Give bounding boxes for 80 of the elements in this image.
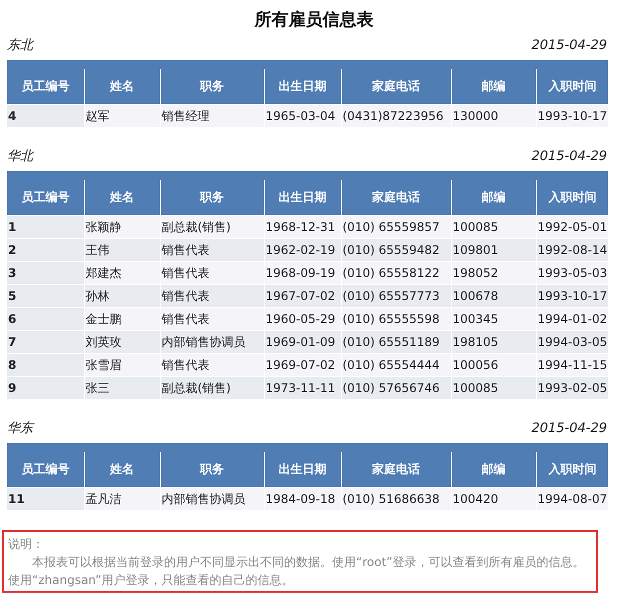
table-cell: 109801 xyxy=(451,238,536,262)
table-cell: 1994-11-15 xyxy=(536,354,608,376)
table-cell: 130000 xyxy=(451,104,536,127)
table-cell: 1968-12-31 xyxy=(264,216,341,238)
table-cell: 7 xyxy=(7,330,84,354)
table-cell: 5 xyxy=(7,284,84,308)
region-label: 东北 xyxy=(7,37,33,54)
table-cell: 刘英玫 xyxy=(84,330,160,354)
table-cell: 100085 xyxy=(451,216,536,238)
table-cell: 王伟 xyxy=(84,238,160,262)
table-cell: (010) 65559857 xyxy=(341,216,451,238)
table-cell: 1994-03-05 xyxy=(536,330,608,354)
table-cell: 4 xyxy=(7,104,84,127)
note-label: 说明： xyxy=(8,536,45,553)
table-cell: 副总裁(销售) xyxy=(160,216,264,238)
table-cell: 198052 xyxy=(451,262,536,284)
table-cell: 销售代表 xyxy=(160,354,264,376)
table-cell: 张颖静 xyxy=(84,216,160,238)
table-cell: (010) 65551189 xyxy=(341,330,451,354)
table-cell: 1962-02-19 xyxy=(264,238,341,262)
table-cell: 1993-05-03 xyxy=(536,262,608,284)
report-date: 2015-04-29 xyxy=(531,420,607,436)
table-cell: 金士鹏 xyxy=(84,308,160,330)
region-label: 华北 xyxy=(7,148,33,165)
table-cell: 郑建杰 xyxy=(84,262,160,284)
table-cell: 销售代表 xyxy=(160,308,264,330)
report-date: 2015-04-29 xyxy=(531,38,607,52)
table-cell: 1969-01-09 xyxy=(264,330,341,354)
table-cell: 6 xyxy=(7,308,84,330)
table-cell: 3 xyxy=(7,262,84,284)
table-cell: 1994-08-07 xyxy=(536,488,608,510)
table-cell: 1992-08-14 xyxy=(536,238,608,262)
table-cell: 销售代表 xyxy=(160,284,264,308)
region-label: 华东 xyxy=(7,420,33,437)
table-cell: (010) 65554444 xyxy=(341,354,451,376)
table-cell: 孟凡洁 xyxy=(84,488,160,510)
table-cell: 1969-07-02 xyxy=(264,354,341,376)
report-title: 所有雇员信息表 xyxy=(253,9,374,30)
table-cell: 1960-05-29 xyxy=(264,308,341,330)
table-cell: 销售代表 xyxy=(160,238,264,262)
table-cell: (010) 51686638 xyxy=(341,488,451,510)
table-cell: 1968-09-19 xyxy=(264,262,341,284)
table-cell: 1984-09-18 xyxy=(264,488,341,510)
table-cell: 11 xyxy=(7,488,84,510)
table-cell: 100420 xyxy=(451,488,536,510)
table-cell: (010) 65557773 xyxy=(341,284,451,308)
table-cell: 9 xyxy=(7,376,84,399)
table-cell: 内部销售协调员 xyxy=(160,330,264,354)
table-cell: 8 xyxy=(7,354,84,376)
table-cell: (010) 65559482 xyxy=(341,238,451,262)
table-cell: 销售代表 xyxy=(160,262,264,284)
table-cell: 副总裁(销售) xyxy=(160,376,264,399)
table-cell: 1973-11-11 xyxy=(264,376,341,399)
table-cell: (0431)87223956 xyxy=(341,104,451,127)
table-cell: (010) 65555598 xyxy=(341,308,451,330)
table-cell: 1 xyxy=(7,216,84,238)
table-cell: 1993-10-17 xyxy=(536,284,608,308)
table-cell: 孙林 xyxy=(84,284,160,308)
table-cell: 张三 xyxy=(84,376,160,399)
table-cell: 1993-02-05 xyxy=(536,376,608,399)
table-cell: 销售经理 xyxy=(160,104,264,127)
table-cell: 1992-05-01 xyxy=(536,216,608,238)
table-cell: 1967-07-02 xyxy=(264,284,341,308)
table-cell: 1965-03-04 xyxy=(264,104,341,127)
table-cell: (010) 57656746 xyxy=(341,376,451,399)
table-cell: 2 xyxy=(7,238,84,262)
table-cell: 赵军 xyxy=(84,104,160,127)
table-cell: 100345 xyxy=(451,308,536,330)
note-text: 使用“zhangsan”用户登录，只能查看的自己的信息。 xyxy=(8,572,294,589)
table-cell: 1993-10-17 xyxy=(536,104,608,127)
table-cell: 张雪眉 xyxy=(84,354,160,376)
table-cell: (010) 65558122 xyxy=(341,262,451,284)
table-cell: 100678 xyxy=(451,284,536,308)
table-cell: 198105 xyxy=(451,330,536,354)
table-cell: 1994-01-02 xyxy=(536,308,608,330)
table-cell: 100085 xyxy=(451,376,536,399)
table-cell: 100056 xyxy=(451,354,536,376)
note-text: 本报表可以根据当前登录的用户不同显示出不同的数据。使用“root”登录，可以查看到所有雇员的信息。 xyxy=(31,554,586,571)
report-date: 2015-04-29 xyxy=(531,148,607,164)
table-cell: 内部销售协调员 xyxy=(160,488,264,510)
